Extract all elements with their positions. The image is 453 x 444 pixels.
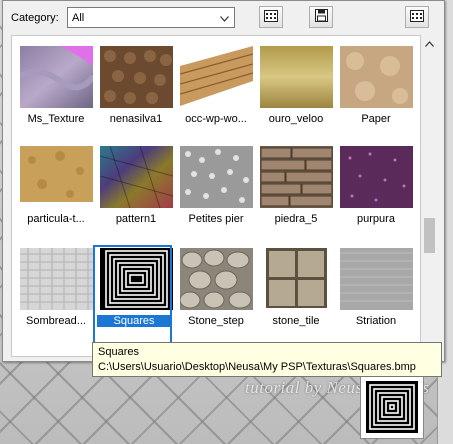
texture-thumbnail [19, 248, 93, 310]
texture-thumbnail [19, 46, 93, 108]
texture-tile[interactable]: purpura [336, 146, 416, 225]
texture-tile[interactable]: Striation [336, 248, 416, 327]
view-grid-button[interactable] [259, 6, 283, 28]
texture-thumbnail [99, 146, 173, 208]
tile-label: Sombread... [26, 315, 86, 327]
texture-thumbnail [179, 248, 253, 310]
texture-thumbnail [99, 46, 173, 108]
texture-thumbnail [339, 248, 413, 310]
save-preset-button[interactable] [309, 6, 333, 28]
tile-label: pattern1 [115, 213, 157, 225]
texture-thumbnail [179, 146, 253, 208]
vertical-scrollbar[interactable] [421, 35, 438, 355]
texture-tile[interactable]: particula-t... [16, 146, 96, 225]
save-preset-icon [314, 9, 328, 25]
chevron-down-icon [220, 13, 229, 25]
texture-tile[interactable]: pattern1 [96, 146, 176, 225]
squares-preview-thumbnail [360, 375, 424, 439]
chevron-up-icon [425, 38, 434, 50]
tooltip-path: C:\Users\Usuario\Desktop\Neusa\My PSP\Te… [98, 361, 416, 373]
texture-tile[interactable]: occ-wp-wo... [176, 46, 256, 125]
view-large-icon [410, 9, 424, 25]
texture-tile[interactable]: Ms_Texture [16, 46, 96, 125]
texture-tile[interactable]: Sombread... [16, 248, 96, 327]
texture-thumbnail [179, 46, 253, 108]
tile-label: ouro_veloo [268, 113, 324, 125]
scrollbar-thumb[interactable] [424, 218, 435, 253]
texture-picker-dialog: Category: All Ms_Texture nenasilva1 occ-… [2, 0, 445, 362]
scroll-up-button[interactable] [421, 35, 438, 52]
tile-label: occ-wp-wo... [185, 113, 247, 125]
tile-label: stone_tile [272, 315, 320, 327]
texture-tile-selected[interactable]: Squares [93, 245, 176, 344]
texture-tile[interactable]: Paper [336, 46, 416, 125]
texture-tile[interactable]: Stone_step [176, 248, 256, 327]
texture-tile[interactable]: nenasilva1 [96, 46, 176, 125]
category-value: All [72, 11, 85, 24]
tile-label: Petites pier [188, 213, 244, 225]
tile-label: purpura [357, 213, 395, 225]
tile-label: nenasilva1 [109, 113, 163, 125]
texture-thumbnail [339, 146, 413, 208]
selection-border [93, 245, 172, 344]
texture-tile[interactable]: ouro_veloo [256, 46, 336, 125]
texture-tile[interactable]: stone_tile [256, 248, 336, 327]
texture-thumbnail [259, 146, 333, 208]
view-large-button[interactable] [405, 6, 429, 28]
tile-label: Ms_Texture [27, 113, 85, 125]
category-dropdown[interactable]: All [67, 7, 235, 28]
texture-thumbnail [259, 248, 333, 310]
tile-label: Stone_step [188, 315, 244, 327]
tooltip-title: Squares [98, 346, 139, 358]
tile-label: particula-t... [27, 213, 85, 225]
view-grid-icon [264, 9, 278, 25]
texture-thumbnail [259, 46, 333, 108]
texture-grid: Ms_Texture nenasilva1 occ-wp-wo... ouro_… [11, 35, 421, 357]
texture-thumbnail [19, 146, 93, 208]
texture-thumbnail [339, 46, 413, 108]
texture-tile[interactable]: Petites pier [176, 146, 256, 225]
file-path-tooltip: Squares C:\Users\Usuario\Desktop\Neusa\M… [92, 342, 442, 377]
category-label: Category: [11, 12, 59, 24]
picker-toolbar: Category: All [3, 1, 444, 33]
tile-label: piedra_5 [274, 213, 318, 225]
tile-label: Paper [361, 113, 391, 125]
tile-label: Striation [355, 315, 397, 327]
texture-tile[interactable]: piedra_5 [256, 146, 336, 225]
